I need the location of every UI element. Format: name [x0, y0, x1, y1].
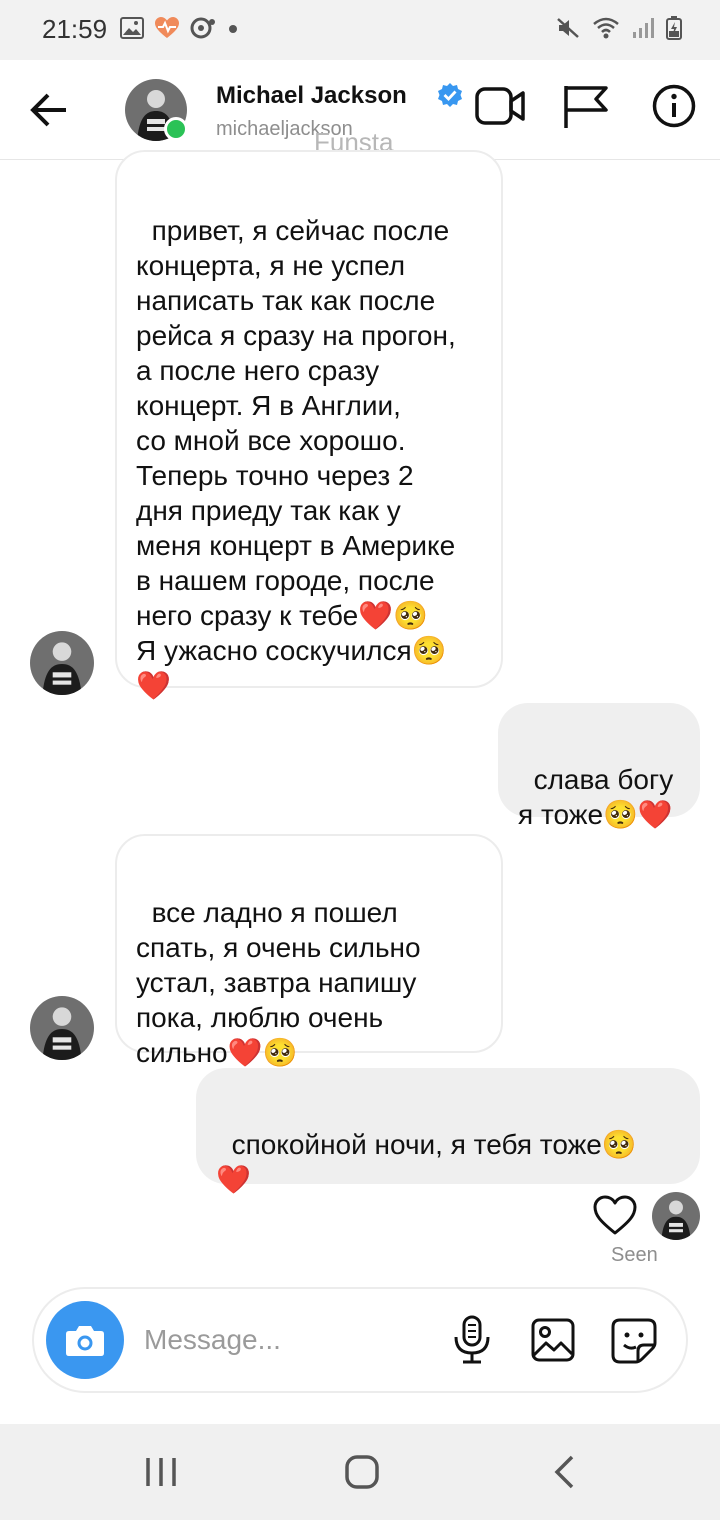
notification-icons — [120, 16, 240, 40]
home-button[interactable] — [344, 1454, 380, 1490]
message-bubble-incoming[interactable]: привет, я сейчас после концерта, я не ус… — [115, 150, 503, 701]
camera-icon — [66, 1326, 104, 1356]
sticker-button[interactable] — [610, 1317, 658, 1365]
system-navigation-bar — [0, 1424, 720, 1520]
gallery-notification-icon — [120, 17, 144, 39]
signal-icon — [633, 18, 654, 38]
message-text: привет, я сейчас после концерта, я не ус… — [136, 215, 456, 701]
chevron-left-icon — [554, 1455, 574, 1489]
message-bubble-outgoing[interactable]: спокойной ночи, я тебя тоже🥺 ❤️ — [196, 1068, 700, 1195]
sync-notification-icon — [190, 17, 215, 39]
status-bar: 21:59 — [0, 0, 720, 60]
microphone-icon — [454, 1315, 490, 1364]
back-button[interactable] — [28, 90, 72, 130]
mute-icon — [557, 18, 579, 38]
info-button[interactable] — [652, 84, 696, 128]
message-input[interactable] — [144, 1315, 424, 1365]
more-notifications-icon — [229, 25, 237, 33]
seen-avatar — [652, 1192, 700, 1240]
verified-badge-icon — [438, 83, 462, 107]
image-icon — [531, 1318, 575, 1362]
contact-name[interactable]: Michael Jackson — [216, 82, 407, 110]
seen-label: Seen — [611, 1244, 658, 1266]
message-text: слава богу я тоже🥺❤️ — [518, 764, 674, 830]
recent-apps-button[interactable] — [144, 1456, 178, 1488]
message-bubble-incoming[interactable]: все ладно я пошел спать, я очень сильно … — [115, 834, 503, 1068]
system-icons — [556, 16, 682, 40]
sticker-icon — [611, 1318, 657, 1364]
avatar-photo — [30, 996, 94, 1060]
heart-outline-icon — [593, 1195, 637, 1235]
like-button[interactable] — [592, 1194, 638, 1236]
message-composer — [32, 1287, 688, 1393]
video-camera-icon — [475, 87, 525, 125]
message-text: спокойной ночи, я тебя тоже🥺 ❤️ — [216, 1129, 637, 1195]
system-back-button[interactable] — [552, 1454, 576, 1490]
info-icon — [652, 84, 696, 128]
voice-message-button[interactable] — [450, 1315, 494, 1365]
report-button[interactable] — [562, 84, 610, 130]
message-text: все ладно я пошел спать, я очень сильно … — [136, 897, 421, 1068]
video-call-button[interactable] — [474, 84, 526, 128]
status-time: 21:59 — [42, 14, 108, 44]
message-bubble-outgoing[interactable]: слава богу я тоже🥺❤️ — [498, 703, 700, 830]
sender-avatar[interactable] — [30, 996, 94, 1060]
gallery-button[interactable] — [530, 1317, 576, 1363]
flag-icon — [564, 86, 608, 128]
home-icon — [345, 1455, 379, 1489]
recent-apps-icon — [146, 1458, 176, 1486]
wifi-icon — [593, 17, 619, 39]
avatar-photo — [652, 1192, 700, 1240]
online-status-dot — [164, 117, 188, 141]
chat-header: Michael Jackson michaeljackson Funsta — [0, 60, 720, 160]
arrow-left-icon — [30, 93, 66, 127]
health-notification-icon — [155, 17, 179, 38]
avatar-photo — [30, 631, 94, 695]
battery-icon — [666, 16, 682, 40]
camera-button[interactable] — [46, 1301, 124, 1379]
sender-avatar[interactable] — [30, 631, 94, 695]
